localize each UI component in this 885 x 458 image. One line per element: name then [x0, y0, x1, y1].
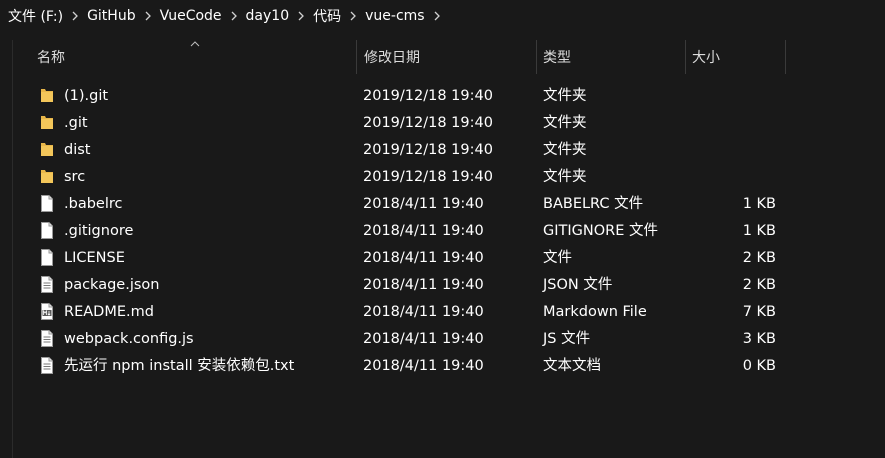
column-header-name[interactable]: 名称 — [13, 40, 357, 74]
list-item[interactable]: package.json 2018/4/11 19:40 JSON 文件 2 K… — [13, 272, 885, 299]
file-type: JS 文件 — [543, 331, 591, 347]
folder-icon — [40, 87, 56, 105]
chevron-right-icon[interactable] — [226, 11, 242, 21]
breadcrumb-label: GitHub — [87, 8, 136, 24]
file-date: 2018/4/11 19:40 — [363, 250, 484, 266]
file-name: .git — [64, 115, 88, 131]
file-size: 1 KB — [742, 223, 776, 239]
file-name: README.md — [64, 304, 154, 320]
file-size — [691, 164, 776, 191]
file-size: 7 KB — [742, 304, 776, 320]
file-name: .babelrc — [64, 196, 123, 212]
breadcrumb-label: 文件 (F:) — [8, 9, 64, 25]
breadcrumb-label: day10 — [245, 8, 290, 24]
column-header-label: 修改日期 — [364, 50, 420, 66]
file-name: 先运行 npm install 安装依赖包.txt — [64, 358, 295, 374]
column-header-label: 大小 — [692, 50, 720, 66]
breadcrumb-item-vuecode[interactable]: VueCode — [156, 8, 226, 24]
breadcrumb-item-day10[interactable]: day10 — [242, 8, 294, 24]
navigation-pane-edge — [0, 40, 13, 458]
text-file-icon — [40, 276, 56, 294]
file-size: 1 KB — [742, 196, 776, 212]
folder-icon — [40, 141, 56, 159]
list-item[interactable]: 先运行 npm install 安装依赖包.txt 2018/4/11 19:4… — [13, 353, 885, 380]
file-icon — [40, 222, 56, 240]
file-date: 2018/4/11 19:40 — [363, 277, 484, 293]
list-item[interactable]: .git 2019/12/18 19:40 文件夹 — [13, 110, 885, 137]
file-name: .gitignore — [64, 223, 134, 239]
chevron-right-icon[interactable] — [67, 11, 83, 21]
breadcrumb-item-drive[interactable]: 文件 (F:) — [0, 6, 67, 26]
list-item[interactable]: README.md 2018/4/11 19:40 Markdown File … — [13, 299, 885, 326]
file-date: 2019/12/18 19:40 — [363, 142, 493, 158]
chevron-right-icon[interactable] — [140, 11, 156, 21]
list-item[interactable]: .babelrc 2018/4/11 19:40 BABELRC 文件 1 KB — [13, 191, 885, 218]
file-date: 2018/4/11 19:40 — [363, 304, 484, 320]
file-name: webpack.config.js — [64, 331, 194, 347]
breadcrumb-label: VueCode — [159, 8, 222, 24]
file-name: dist — [64, 142, 91, 158]
file-date: 2018/4/11 19:40 — [363, 196, 484, 212]
file-type: 文件夹 — [543, 169, 587, 185]
file-size: 3 KB — [742, 331, 776, 347]
file-name: (1).git — [64, 88, 109, 104]
file-name: LICENSE — [64, 250, 125, 266]
file-type: Markdown File — [543, 304, 647, 320]
list-item[interactable]: LICENSE 2018/4/11 19:40 文件 2 KB — [13, 245, 885, 272]
column-header-label: 名称 — [37, 50, 65, 66]
file-type: BABELRC 文件 — [543, 196, 644, 212]
column-header-date[interactable]: 修改日期 — [357, 40, 537, 74]
file-size — [691, 137, 776, 164]
breadcrumb-item-code[interactable]: 代码 — [309, 6, 345, 26]
list-item[interactable]: dist 2019/12/18 19:40 文件夹 — [13, 137, 885, 164]
breadcrumb-label: vue-cms — [365, 8, 425, 24]
file-type: 文件 — [543, 250, 572, 266]
file-type: 文件夹 — [543, 115, 587, 131]
list-item[interactable]: (1).git 2019/12/18 19:40 文件夹 — [13, 83, 885, 110]
file-size: 2 KB — [742, 250, 776, 266]
file-type: JSON 文件 — [543, 277, 613, 293]
text-file-icon — [40, 330, 56, 348]
column-header-label: 类型 — [543, 50, 571, 66]
file-date: 2018/4/11 19:40 — [363, 223, 484, 239]
column-header-type[interactable]: 类型 — [537, 40, 686, 74]
file-type: 文本文档 — [543, 358, 601, 374]
list-item[interactable]: webpack.config.js 2018/4/11 19:40 JS 文件 … — [13, 326, 885, 353]
file-type: GITIGNORE 文件 — [543, 223, 658, 239]
file-date: 2018/4/11 19:40 — [363, 358, 484, 374]
list-item[interactable]: src 2019/12/18 19:40 文件夹 — [13, 164, 885, 191]
breadcrumb-item-vue-cms[interactable]: vue-cms — [361, 8, 428, 24]
file-date: 2019/12/18 19:40 — [363, 169, 493, 185]
chevron-right-icon[interactable] — [429, 11, 445, 21]
breadcrumb-item-github[interactable]: GitHub — [83, 8, 140, 24]
folder-icon — [40, 168, 56, 186]
breadcrumb-label: 代码 — [313, 9, 342, 25]
markdown-file-icon — [40, 303, 56, 321]
file-date: 2019/12/18 19:40 — [363, 88, 493, 104]
file-name: src — [64, 169, 86, 185]
file-date: 2019/12/18 19:40 — [363, 115, 493, 131]
file-size — [691, 110, 776, 137]
folder-icon — [40, 114, 56, 132]
file-size: 2 KB — [742, 277, 776, 293]
text-file-icon — [40, 357, 56, 375]
file-explorer-window: 文件 (F:) GitHub VueCode day10 代码 vue-cms … — [0, 0, 885, 458]
file-date: 2018/4/11 19:40 — [363, 331, 484, 347]
file-type: 文件夹 — [543, 88, 587, 104]
file-icon — [40, 249, 56, 267]
file-list: (1).git 2019/12/18 19:40 文件夹 .git 2019/1… — [13, 83, 885, 380]
chevron-right-icon[interactable] — [293, 11, 309, 21]
file-size: 0 KB — [742, 358, 776, 374]
address-bar[interactable]: 文件 (F:) GitHub VueCode day10 代码 vue-cms — [0, 0, 885, 32]
column-header-size[interactable]: 大小 — [686, 40, 786, 74]
file-type: 文件夹 — [543, 142, 587, 158]
file-name: package.json — [64, 277, 160, 293]
chevron-right-icon[interactable] — [345, 11, 361, 21]
list-item[interactable]: .gitignore 2018/4/11 19:40 GITIGNORE 文件 … — [13, 218, 885, 245]
column-header-row: 名称 修改日期 类型 大小 — [13, 40, 885, 76]
file-icon — [40, 195, 56, 213]
file-size — [691, 83, 776, 110]
